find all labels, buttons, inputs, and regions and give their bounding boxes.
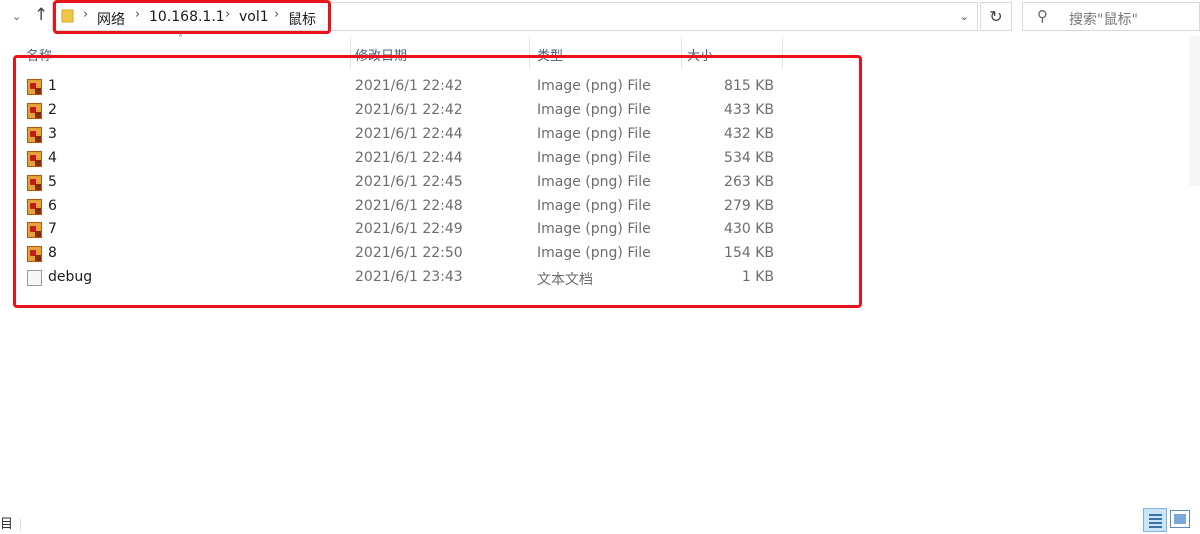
file-date: 2021/6/1 22:42 (355, 102, 463, 118)
png-image-icon (27, 175, 42, 191)
breadcrumb-separator-icon[interactable]: › (274, 7, 279, 22)
search-icon: ⚲ (1037, 7, 1048, 25)
file-name: 2 (48, 102, 57, 118)
details-view-icon[interactable] (1143, 508, 1167, 532)
file-type: Image (png) File (537, 126, 651, 142)
breadcrumb-separator-icon[interactable]: › (135, 7, 140, 22)
file-row-6[interactable]: 6 2021/6/1 22:48 Image (png) File 279 KB (20, 195, 780, 219)
file-size: 433 KB (724, 102, 774, 118)
file-type: Image (png) File (537, 102, 651, 118)
address-bar[interactable]: › 网络 › 10.168.1.1 › vol1 › 鼠标 ⌄ (52, 2, 978, 31)
png-image-icon (27, 79, 42, 95)
png-image-icon (27, 246, 42, 262)
file-name: 8 (48, 245, 57, 261)
file-type: 文本文档 (537, 272, 593, 288)
file-row-8[interactable]: 8 2021/6/1 22:50 Image (png) File 154 KB (20, 242, 780, 266)
file-type: Image (png) File (537, 221, 651, 237)
file-row-5[interactable]: 5 2021/6/1 22:45 Image (png) File 263 KB (20, 171, 780, 195)
search-placeholder: 搜索"鼠标" (1069, 12, 1138, 28)
file-type: Image (png) File (537, 198, 651, 214)
address-history-chevron-icon[interactable]: ⌄ (960, 10, 969, 23)
file-type: Image (png) File (537, 245, 651, 261)
file-date: 2021/6/1 22:42 (355, 78, 463, 94)
file-row-1[interactable]: 1 2021/6/1 22:42 Image (png) File 815 KB (20, 75, 780, 99)
column-header-name[interactable]: 名称 (20, 37, 350, 68)
refresh-icon[interactable]: ↻ (980, 2, 1012, 31)
file-row-3[interactable]: 3 2021/6/1 22:44 Image (png) File 432 KB (20, 123, 780, 147)
file-date: 2021/6/1 23:43 (355, 269, 463, 285)
large-icons-view-icon[interactable] (1170, 510, 1190, 528)
file-type: Image (png) File (537, 78, 651, 94)
png-image-icon (27, 151, 42, 167)
breadcrumb-network[interactable]: 网络 (97, 9, 125, 29)
file-size: 432 KB (724, 126, 774, 142)
file-name: 4 (48, 150, 57, 166)
file-row-7[interactable]: 7 2021/6/1 22:49 Image (png) File 430 KB (20, 218, 780, 242)
breadcrumb-volume[interactable]: vol1 (239, 9, 269, 25)
file-date: 2021/6/1 22:50 (355, 245, 463, 261)
scrollbar-track[interactable] (1189, 36, 1200, 186)
file-row-4[interactable]: 4 2021/6/1 22:44 Image (png) File 534 KB (20, 147, 780, 171)
breadcrumb-separator-icon[interactable]: › (83, 7, 88, 22)
file-date: 2021/6/1 22:48 (355, 198, 463, 214)
file-size: 534 KB (724, 150, 774, 166)
breadcrumb-current-folder[interactable]: 鼠标 (288, 9, 316, 29)
recent-locations-chevron-icon[interactable]: ⌄ (12, 10, 26, 24)
address-toolbar: ⌄ ↑ › 网络 › 10.168.1.1 › vol1 › 鼠标 ⌄ ↻ ⚲ … (0, 0, 1200, 34)
file-type: Image (png) File (537, 150, 651, 166)
status-text: 目 (0, 517, 14, 532)
file-name: 7 (48, 221, 57, 237)
column-header-type[interactable]: 类型 (530, 37, 680, 68)
file-row-debug[interactable]: debug 2021/6/1 23:43 文本文档 1 KB (20, 266, 780, 290)
file-size: 154 KB (724, 245, 774, 261)
column-divider[interactable] (782, 37, 783, 68)
status-bar: 目 (0, 505, 1200, 534)
png-image-icon (27, 222, 42, 238)
file-name: 1 (48, 78, 57, 94)
png-image-icon (27, 199, 42, 215)
search-box[interactable]: ⚲ 搜索"鼠标" (1022, 2, 1200, 31)
column-header-size[interactable]: 大小 (682, 37, 782, 68)
file-size: 815 KB (724, 78, 774, 94)
png-image-icon (27, 127, 42, 143)
breadcrumb-host[interactable]: 10.168.1.1 (149, 9, 225, 25)
breadcrumb-separator-icon[interactable]: › (225, 7, 230, 22)
file-date: 2021/6/1 22:49 (355, 221, 463, 237)
status-divider (20, 519, 21, 531)
file-row-2[interactable]: 2 2021/6/1 22:42 Image (png) File 433 KB (20, 99, 780, 123)
file-date: 2021/6/1 22:44 (355, 150, 463, 166)
file-size: 430 KB (724, 221, 774, 237)
folder-icon (61, 9, 74, 23)
file-name: 6 (48, 198, 57, 214)
file-name: debug (48, 269, 93, 285)
file-name: 3 (48, 126, 57, 142)
text-document-icon (27, 270, 42, 286)
file-date: 2021/6/1 22:45 (355, 174, 463, 190)
file-type: Image (png) File (537, 174, 651, 190)
file-size: 279 KB (724, 198, 774, 214)
file-size: 263 KB (724, 174, 774, 190)
file-name: 5 (48, 174, 57, 190)
column-header-date[interactable]: 修改日期 (351, 37, 529, 68)
png-image-icon (27, 103, 42, 119)
file-size: 1 KB (741, 269, 774, 285)
up-arrow-icon[interactable]: ↑ (34, 5, 48, 25)
file-date: 2021/6/1 22:44 (355, 126, 463, 142)
